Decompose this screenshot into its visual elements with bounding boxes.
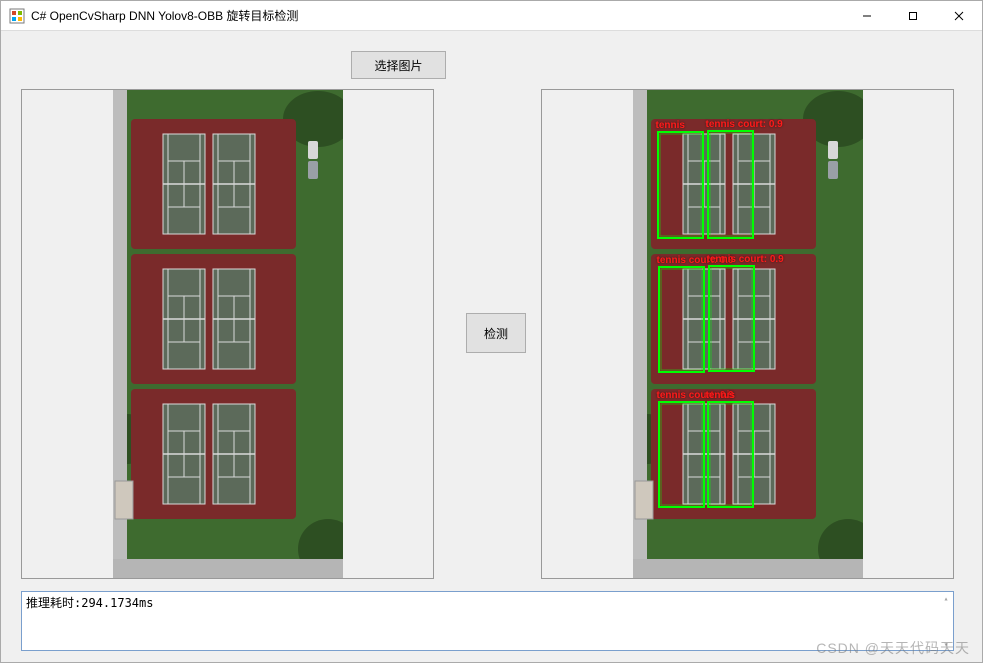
result-image: tennistennis court: 0.9tennis court: 0.9…: [633, 89, 863, 579]
output-textbox[interactable]: 推理耗时:294.1734ms ▴ ▾: [21, 591, 954, 651]
minimize-button[interactable]: [844, 1, 890, 30]
window-controls: [844, 1, 982, 30]
maximize-button[interactable]: [890, 1, 936, 30]
scroll-down-icon[interactable]: ▾: [941, 640, 951, 648]
detect-button[interactable]: 检测: [466, 313, 526, 353]
source-image: [113, 89, 343, 579]
app-window: C# OpenCvSharp DNN Yolov8-OBB 旋转目标检测 选择图…: [0, 0, 983, 663]
select-image-button[interactable]: 选择图片: [351, 51, 446, 79]
titlebar: C# OpenCvSharp DNN Yolov8-OBB 旋转目标检测: [1, 1, 982, 31]
titlebar-left: C# OpenCvSharp DNN Yolov8-OBB 旋转目标检测: [9, 7, 298, 24]
scroll-up-icon[interactable]: ▴: [941, 594, 951, 602]
result-image-panel: tennistennis court: 0.9tennis court: 0.9…: [541, 89, 954, 579]
close-button[interactable]: [936, 1, 982, 30]
scrollbar[interactable]: ▴ ▾: [941, 594, 951, 648]
client-area: 选择图片 检测 tennistennis court: 0.9tennis co…: [1, 31, 982, 662]
source-image-panel: [21, 89, 434, 579]
select-image-label: 选择图片: [374, 57, 422, 74]
output-text: 推理耗时:294.1734ms: [26, 596, 153, 610]
app-icon: [9, 8, 25, 24]
window-title: C# OpenCvSharp DNN Yolov8-OBB 旋转目标检测: [31, 7, 298, 24]
detect-label: 检测: [484, 325, 508, 342]
